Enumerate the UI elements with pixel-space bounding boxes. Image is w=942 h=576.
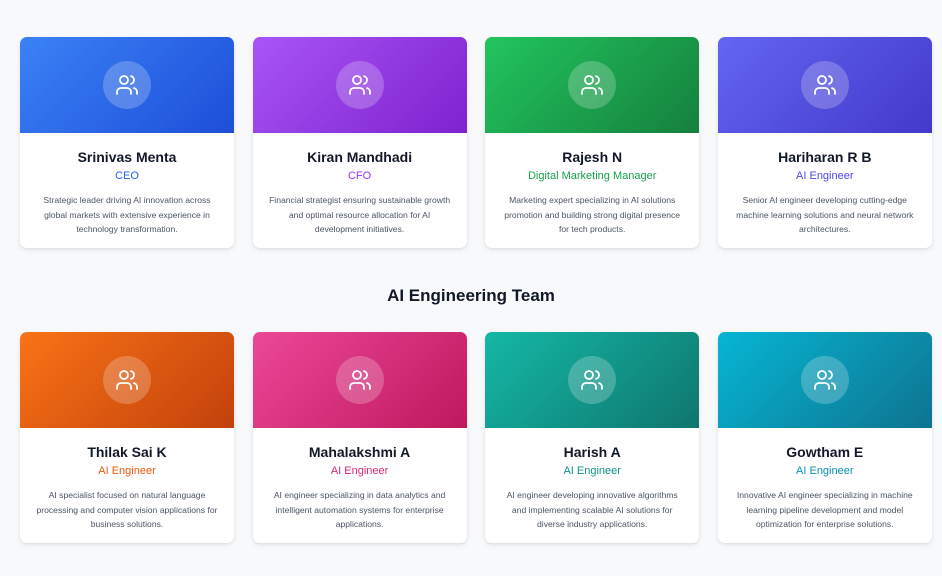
engineering-grid: Thilak Sai K AI Engineer AI specialist f… bbox=[20, 332, 932, 543]
team-card: Thilak Sai K AI Engineer AI specialist f… bbox=[20, 332, 234, 543]
users-icon bbox=[800, 356, 849, 404]
team-card: Kiran Mandhadi CFO Financial strategist … bbox=[252, 37, 467, 248]
member-role: AI Engineer bbox=[98, 465, 156, 477]
team-card: Srinivas Menta CEO Strategic leader driv… bbox=[20, 37, 234, 248]
card-banner bbox=[20, 37, 234, 133]
member-role: Digital Marketing Manager bbox=[527, 170, 657, 182]
card-banner bbox=[717, 332, 932, 428]
member-description: AI engineer developing innovative algori… bbox=[506, 490, 678, 530]
team-card: Hariharan R B AI Engineer Senior AI engi… bbox=[717, 37, 932, 248]
member-role: CFO bbox=[347, 170, 372, 182]
team-card: Mahalakshmi A AI Engineer AI engineer sp… bbox=[252, 332, 467, 543]
users-icon bbox=[103, 356, 151, 404]
team-card: Gowtham E AI Engineer Innovative AI engi… bbox=[717, 332, 932, 543]
member-description: Financial strategist ensuring sustainabl… bbox=[269, 195, 451, 235]
member-name: Mahalakshmi A bbox=[308, 444, 411, 460]
member-description: Strategic leader driving AI innovation a… bbox=[43, 195, 211, 235]
users-icon bbox=[335, 61, 384, 109]
card-banner bbox=[252, 332, 467, 428]
section-title: AI Engineering Team bbox=[387, 286, 555, 305]
card-banner bbox=[485, 332, 700, 428]
team-card: Harish A AI Engineer AI engineer develop… bbox=[485, 332, 700, 543]
card-banner bbox=[485, 37, 700, 133]
member-name: Srinivas Menta bbox=[77, 149, 177, 165]
member-role: CEO bbox=[115, 170, 139, 182]
member-name: Rajesh N bbox=[562, 149, 623, 165]
member-description: Marketing expert specializing in AI solu… bbox=[504, 195, 681, 235]
member-name: Gowtham E bbox=[786, 444, 864, 460]
member-name: Hariharan R B bbox=[778, 149, 872, 165]
member-description: Senior AI engineer developing cutting-ed… bbox=[736, 195, 914, 235]
member-description: AI engineer specializing in data analyti… bbox=[273, 490, 446, 530]
member-name: Kiran Mandhadi bbox=[307, 149, 413, 165]
member-name: Thilak Sai K bbox=[87, 444, 167, 460]
member-role: AI Engineer bbox=[796, 465, 854, 477]
member-description: AI specialist focused on natural languag… bbox=[36, 490, 218, 530]
users-icon bbox=[800, 61, 849, 109]
card-banner bbox=[252, 37, 467, 133]
member-role: AI Engineer bbox=[796, 170, 854, 182]
users-icon bbox=[335, 356, 384, 404]
users-icon bbox=[568, 356, 617, 404]
leadership-grid: Srinivas Menta CEO Strategic leader driv… bbox=[20, 37, 932, 248]
member-role: AI Engineer bbox=[563, 465, 621, 477]
member-name: Harish A bbox=[563, 444, 621, 460]
member-role: AI Engineer bbox=[330, 465, 389, 477]
card-banner bbox=[717, 37, 932, 133]
member-description: Innovative AI engineer specializing in m… bbox=[736, 490, 913, 530]
users-icon bbox=[568, 61, 617, 109]
team-card: Rajesh N Digital Marketing Manager Marke… bbox=[485, 37, 700, 248]
card-banner bbox=[20, 332, 234, 428]
users-icon bbox=[103, 61, 151, 109]
